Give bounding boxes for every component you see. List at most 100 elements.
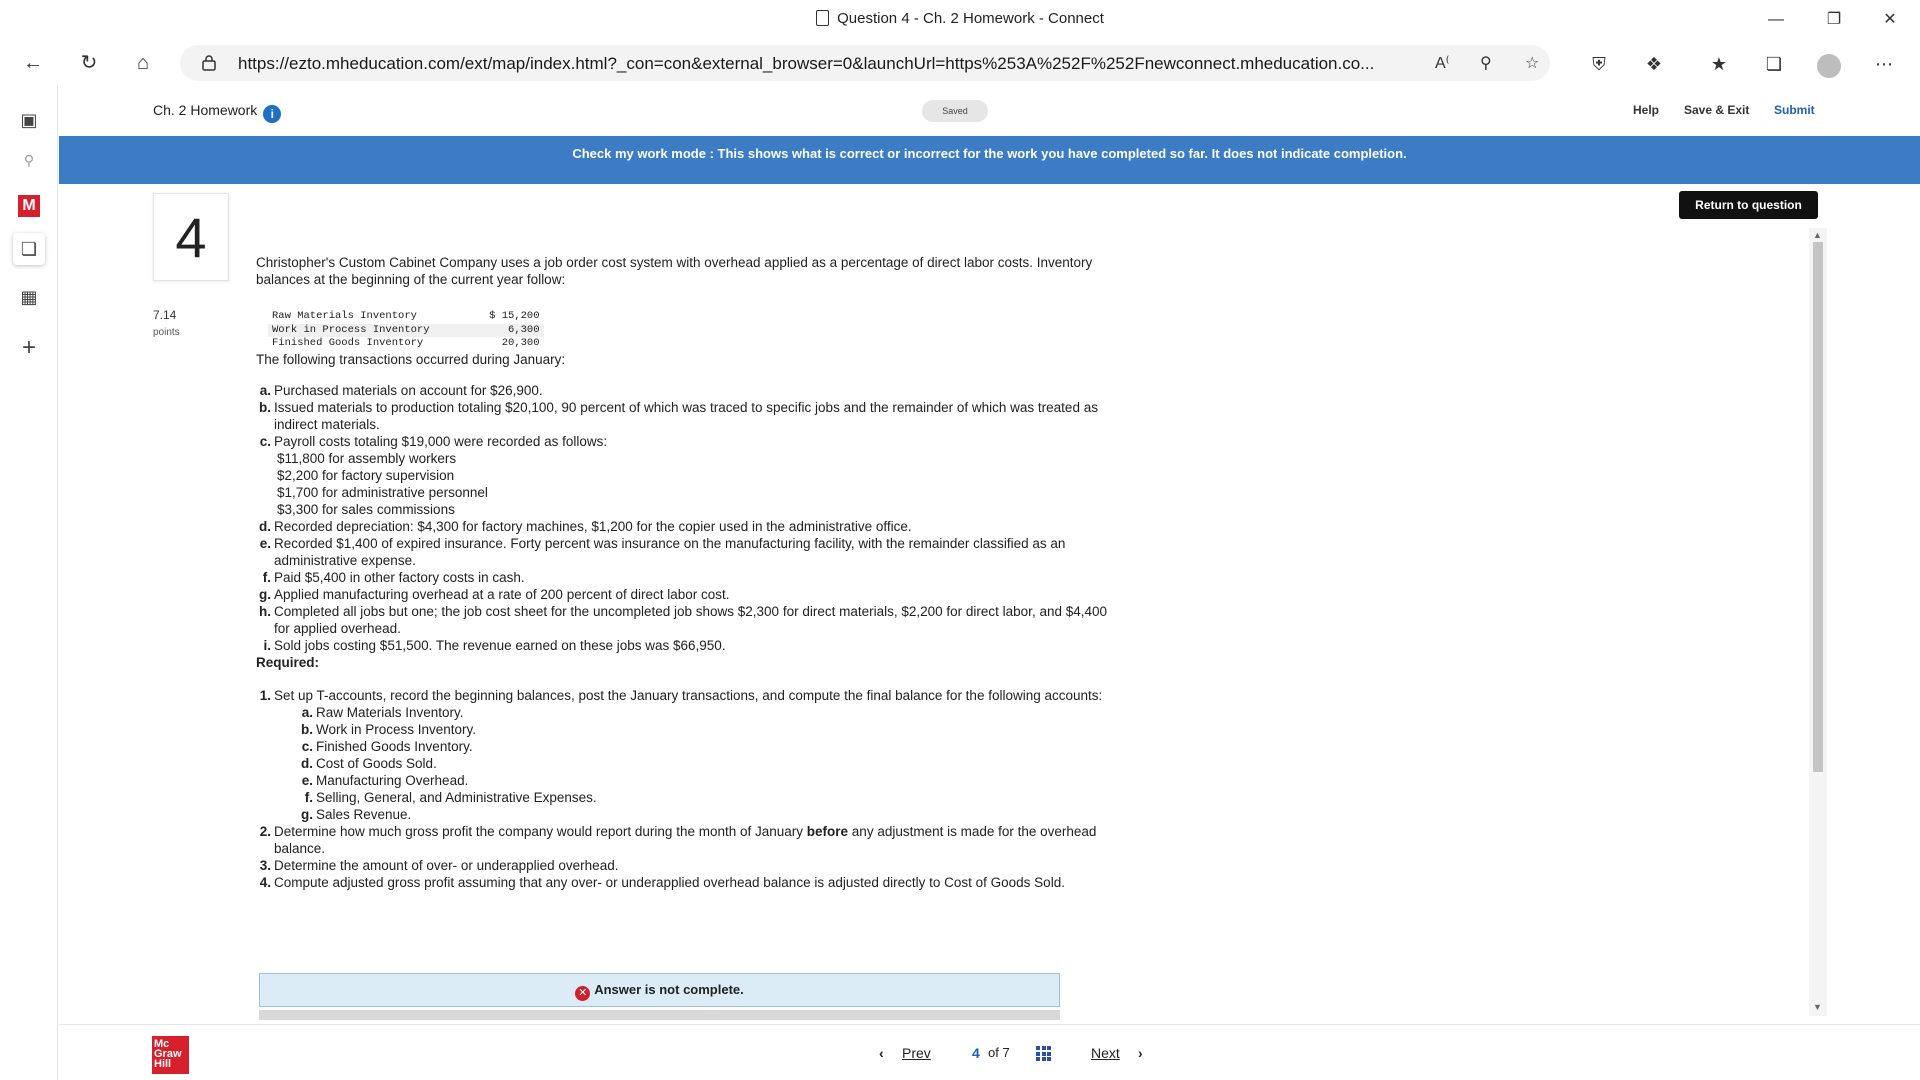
transactions-intro: The following transactions occurred duri… [256, 351, 566, 367]
minimize-button[interactable]: — [1753, 4, 1799, 36]
list-item: f. Paid $5,400 in other factory costs in … [262, 569, 525, 585]
scroll-up-icon[interactable]: ▲ [1813, 230, 1822, 240]
mcgraw-app-icon[interactable]: M [18, 195, 40, 217]
chevron-right-icon[interactable]: › [1138, 1045, 1143, 1061]
page-total: of 7 [988, 1045, 1010, 1060]
points-label: points [153, 327, 180, 338]
list-item: $1,700 for administrative personnel [277, 484, 488, 500]
question-content: Return to question 4 7.14 points Christo… [59, 184, 1920, 1024]
calendar-icon[interactable]: ▦ [13, 281, 45, 313]
assignment-title: Ch. 2 Homework i [153, 102, 282, 123]
list-item: $3,300 for sales commissions [277, 501, 455, 517]
return-to-question-button[interactable]: Return to question [1679, 191, 1818, 219]
question-text: Christopher's Custom Cabinet Company use… [256, 254, 1126, 891]
collections-icon[interactable]: ❏ [1760, 54, 1788, 75]
requirements-list: 1. Set up T-accounts, record the beginnin… [256, 687, 1126, 891]
answer-section-divider [259, 1010, 1060, 1020]
points-value: 7.14 [153, 308, 177, 322]
chevron-left-icon[interactable]: ‹ [879, 1045, 884, 1061]
inventory-value: 6,300 [433, 323, 544, 337]
list-item: g. Sales Revenue. [301, 806, 412, 822]
zoom-icon[interactable]: ⚲ [1480, 53, 1492, 73]
profile-icon[interactable] [1815, 54, 1843, 83]
favorite-add-icon[interactable]: ☆ [1525, 53, 1539, 73]
refresh-icon[interactable]: ↻ [72, 48, 106, 78]
requirement-1-accounts: a. Raw Materials Inventory. b. Work in Pro… [256, 704, 1126, 823]
list-item: 1. Set up T-accounts, record the beginnin… [259, 687, 1103, 703]
document-icon [816, 10, 830, 26]
window-titlebar: Question 4 - Ch. 2 Homework - Connect — … [0, 0, 1920, 40]
read-aloud-icon[interactable]: A⁽ [1435, 53, 1450, 73]
tab-actions-icon[interactable]: ▣ [13, 104, 45, 136]
window-title: Question 4 - Ch. 2 Homework - Connect [0, 10, 1920, 27]
inventory-label: Raw Materials Inventory [272, 310, 417, 322]
inventory-table: Raw Materials Inventory $ 15,200 Work in… [268, 310, 544, 351]
list-item: 3. Determine the amount of over- or under… [259, 857, 619, 873]
list-item: c. Payroll costs totaling $19,000 were re… [259, 433, 608, 449]
error-icon: ✕ [575, 986, 591, 1001]
browser-toolbar: ← ↻ ⌂ https://ezto.mheducation.com/ext/m… [0, 40, 1920, 86]
scroll-down-icon[interactable]: ▼ [1813, 1002, 1822, 1012]
navigation-footer: Mc Graw Hill ‹ Prev 4 of 7 Next › [59, 1024, 1920, 1080]
address-bar[interactable]: https://ezto.mheducation.com/ext/map/ind… [180, 45, 1550, 81]
required-heading: Required: [256, 654, 320, 670]
shield-icon[interactable]: ⛨ [1585, 54, 1613, 75]
list-item: e. Manufacturing Overhead. [301, 772, 469, 788]
help-link[interactable]: Help [1633, 103, 1659, 117]
list-item: a. Raw Materials Inventory. [301, 704, 464, 720]
list-item: 2. Determine how much gross profit the co… [259, 823, 1097, 856]
favorites-icon[interactable]: ★ [1705, 54, 1733, 75]
answer-status-box: ✕ Answer is not complete. [259, 973, 1060, 1007]
assignment-header: Ch. 2 Homework i Saved Help Save & Exit S… [59, 86, 1920, 136]
saved-badge: Saved [922, 100, 988, 122]
list-item: h. Completed all jobs but one; the job co… [259, 603, 1108, 636]
page-current: 4 [972, 1045, 980, 1061]
extensions-icon[interactable]: ❖ [1640, 54, 1668, 75]
table-row: Work in Process Inventory 6,300 [268, 323, 544, 337]
check-work-banner: Check my work mode : This shows what is … [59, 136, 1920, 184]
list-item: c. Finished Goods Inventory. [301, 738, 473, 754]
info-icon[interactable]: i [263, 105, 282, 123]
home-icon[interactable]: ⌂ [126, 48, 160, 78]
close-button[interactable]: ✕ [1867, 4, 1913, 36]
scrollbar-thumb[interactable] [1813, 242, 1823, 772]
list-item: f. Selling, General, and Administrative E… [304, 789, 597, 805]
grid-view-icon[interactable] [1036, 1046, 1051, 1061]
browser-sidebar: ▣ ⚲ M ❏ ▦ + [0, 86, 58, 1080]
question-intro: Christopher's Custom Cabinet Company use… [256, 255, 1093, 287]
submit-link[interactable]: Submit [1774, 103, 1815, 117]
document-tab-icon[interactable]: ❏ [13, 233, 45, 265]
list-item: 4. Compute adjusted gross profit assuming… [259, 874, 1065, 890]
list-item: g. Applied manufacturing overhead at a ra… [259, 586, 730, 602]
prev-button[interactable]: Prev [902, 1045, 931, 1061]
table-row: Finished Goods Inventory 20,300 [268, 337, 544, 351]
list-item: d. Cost of Goods Sold. [301, 755, 437, 771]
payroll-breakdown: $11,800 for assembly workers $2,200 for … [256, 450, 1126, 518]
list-item: a. Purchased materials on account for $26… [259, 382, 543, 398]
next-button[interactable]: Next [1091, 1045, 1120, 1061]
more-options-icon[interactable]: ⋯ [1870, 54, 1898, 75]
list-item: $11,800 for assembly workers [277, 450, 457, 466]
inventory-label: Work in Process Inventory [268, 323, 434, 337]
transactions-list: a. Purchased materials on account for $26… [256, 382, 1126, 654]
list-item: $2,200 for factory supervision [277, 467, 455, 483]
table-row: Raw Materials Inventory $ 15,200 [268, 310, 544, 324]
list-item: d. Recorded depreciation: $4,300 for fact… [259, 518, 912, 534]
lock-icon [202, 55, 216, 71]
save-exit-link[interactable]: Save & Exit [1684, 103, 1749, 117]
list-item: b. Issued materials to production totalin… [259, 399, 1098, 432]
mcgraw-hill-logo: Mc Graw Hill [152, 1036, 189, 1074]
inventory-value: $ 15,200 [489, 310, 540, 322]
add-icon[interactable]: + [13, 332, 45, 364]
list-item: b. Work in Process Inventory. [301, 721, 477, 737]
list-item: i. Sold jobs costing $51,500. The revenue… [263, 637, 726, 653]
search-icon[interactable]: ⚲ [13, 144, 45, 176]
scrollbar[interactable]: ▲ ▼ [1809, 228, 1827, 1016]
restore-button[interactable]: ❐ [1811, 4, 1857, 36]
list-item: e. Recorded $1,400 of expired insurance. … [259, 535, 1066, 568]
inventory-value: 20,300 [501, 337, 540, 349]
question-number: 4 [153, 193, 229, 281]
url-text[interactable]: https://ezto.mheducation.com/ext/map/ind… [238, 54, 1398, 74]
back-arrow-icon[interactable]: ← [16, 48, 50, 78]
inventory-label: Finished Goods Inventory [272, 337, 424, 349]
